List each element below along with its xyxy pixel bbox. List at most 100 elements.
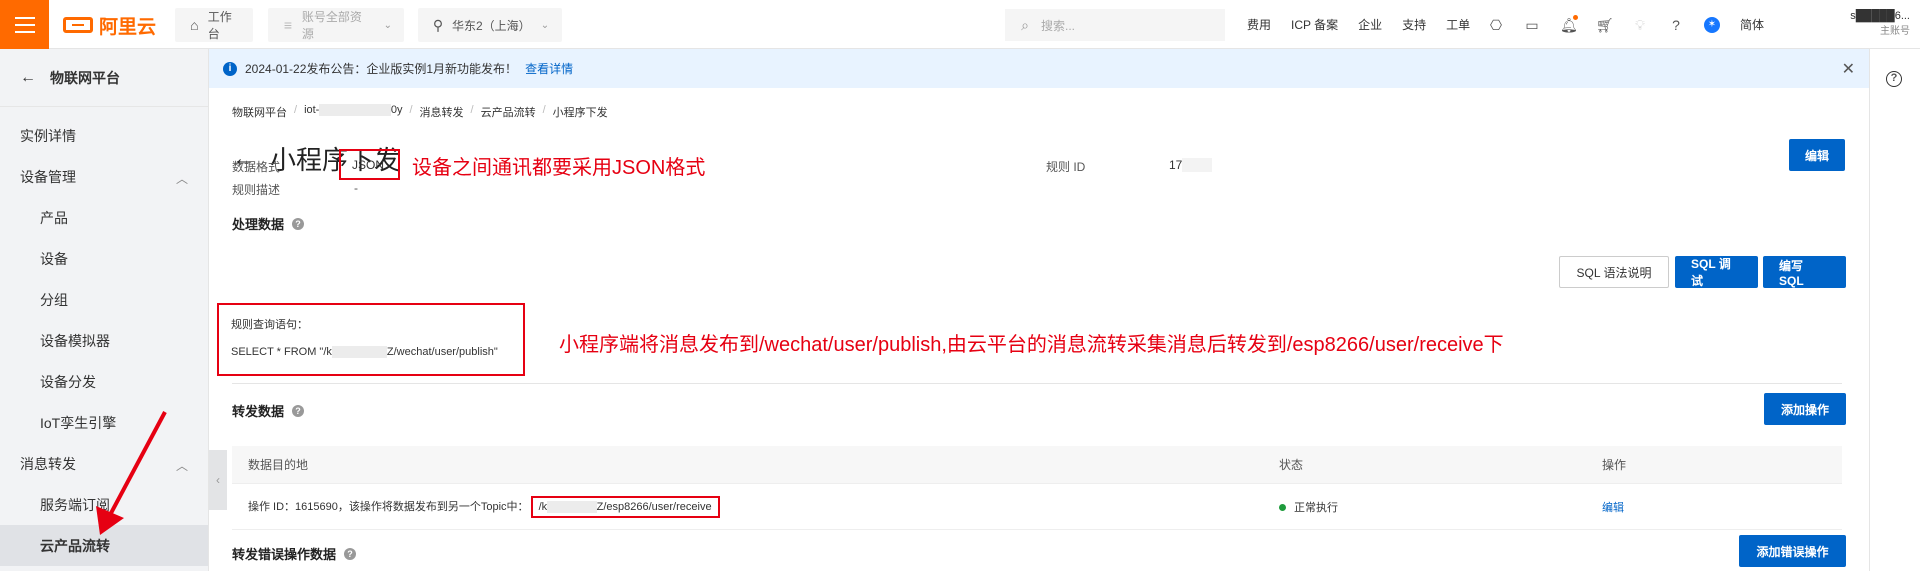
notice-text: 2024-01-22发布公告：企业版实例1月新功能发布！ [245, 62, 518, 76]
json-annotation: 设备之间通讯都要采用JSON格式 [412, 157, 706, 179]
chevron-up-icon: ︿ [175, 459, 188, 473]
crumb-message[interactable]: 消息转发 [420, 104, 464, 120]
question-icon[interactable]: ? [344, 547, 357, 560]
col-destination: 数据目的地 [248, 458, 309, 472]
workbench-button[interactable]: ⌂ 工作台 [175, 8, 253, 42]
resources-dropdown[interactable]: ≡ 账号全部资源 ⌄ [268, 8, 404, 42]
sidebar-item-subscribe[interactable]: 服务端订阅 [0, 484, 208, 525]
top-bar: 阿里云 ⌂ 工作台 ≡ 账号全部资源 ⌄ ⚲ 华东2（上海） ⌄ ⌕ 搜索...… [0, 0, 1920, 49]
add-error-action-button[interactable]: 添加错误操作 [1739, 535, 1846, 567]
sidebar-item-instance[interactable]: 实例详情 [0, 115, 208, 156]
sidebar-group-device-mgmt[interactable]: 设备管理 ︿ [0, 156, 208, 197]
breadcrumb: 物联网平台/ iot-xxxxxxxxxxxxx0y/ 消息转发/ 云产品流转/… [232, 104, 608, 120]
sql-edit-button[interactable]: 编写 SQL [1763, 256, 1846, 288]
search-input[interactable]: ⌕ 搜索... [1005, 9, 1225, 41]
forward-table: 数据目的地 状态 操作 操作 ID：1615690，该操作将数据发布到另一个To… [232, 446, 1842, 530]
help-icon[interactable]: ? [1886, 71, 1902, 87]
rule-desc-value: - [354, 181, 358, 195]
logo-text: 阿里云 [99, 16, 157, 38]
redacted-mask: xxxxxxxxxxxxx [319, 104, 391, 116]
home-icon: ⌂ [190, 17, 199, 33]
redacted-mask: xxxxxxxxxx [331, 346, 387, 358]
aliyun-logo[interactable]: 阿里云 [63, 13, 157, 38]
nav-fee[interactable]: 费用 [1247, 16, 1271, 33]
terminal-icon[interactable]: ▭ [1524, 17, 1540, 33]
nav-enterprise[interactable]: 企业 [1358, 16, 1382, 33]
add-action-button[interactable]: 添加操作 [1764, 393, 1846, 425]
sql-help-button[interactable]: SQL 语法说明 [1559, 256, 1669, 288]
user-account[interactable]: s█████6... 主账号 [1780, 8, 1910, 40]
row-action: 编辑 [1602, 499, 1842, 515]
sidebar-item-device[interactable]: 设备 [0, 238, 208, 279]
question-icon[interactable]: ? [292, 404, 305, 417]
right-toolbar: ? [1869, 49, 1920, 571]
sidebar-item-twin[interactable]: IoT孪生引擎 [0, 402, 208, 443]
sql-highlight-box [217, 303, 525, 376]
row-edit-link[interactable]: 编辑 [1602, 502, 1624, 514]
chevron-up-icon: ︿ [175, 172, 188, 186]
flow-annotation: 小程序端将消息发布到/wechat/user/publish,由云平台的消息流转… [559, 334, 1504, 356]
sql-debug-button[interactable]: SQL 调试 [1675, 256, 1758, 288]
nav-ticket[interactable]: 工单 [1446, 16, 1470, 33]
process-data-section-title: 处理数据 ? [232, 214, 305, 233]
sidebar-item-distribution[interactable]: 设备分发 [0, 361, 208, 402]
language-switch[interactable]: 简体 [1740, 16, 1764, 33]
error-forward-section-title: 转发错误操作数据 ? [232, 544, 357, 563]
logo-mark-icon [63, 17, 93, 33]
topic-highlight-box: /kxxxxxxxxxZ/esp8266/user/receive [530, 495, 720, 518]
arrow-left-icon: ← [20, 68, 36, 86]
redacted-mask: xxxxx [1182, 158, 1213, 172]
question-icon[interactable]: ? [292, 217, 305, 230]
assistant-icon[interactable]: ✶ [1704, 16, 1720, 33]
crumb-cloud-flow[interactable]: 云产品流转 [481, 104, 536, 120]
rule-id-label: 规则 ID [1046, 160, 1086, 174]
sidebar-item-product[interactable]: 产品 [0, 197, 208, 238]
query-label: 规则查询语句： [231, 319, 308, 331]
chevron-down-icon: ⌄ [540, 19, 550, 31]
rule-desc-label: 规则描述 [232, 183, 281, 197]
close-icon[interactable]: ✕ [1842, 59, 1855, 79]
cart-icon[interactable]: 🛒︎ [1596, 17, 1614, 33]
sidebar-group-message[interactable]: 消息转发 ︿ [0, 443, 208, 484]
json-highlight-box [339, 149, 400, 180]
crumb-instance[interactable]: iot-xxxxxxxxxxxxx0y [304, 104, 402, 120]
chevron-down-icon: ⌄ [383, 19, 392, 31]
sidebar: ← 物联网平台 实例详情 设备管理 ︿ 产品 设备 分组 设备模拟器 设备分发 I… [0, 49, 209, 571]
stack-icon: ≡ [283, 17, 293, 33]
status-dot [1279, 504, 1286, 512]
redacted-mask: xxxxxxxxx [547, 500, 597, 513]
info-icon: i [223, 61, 237, 76]
user-name: s█████6... [1850, 10, 1910, 22]
cloud-shell-icon[interactable]: ⎔ [1488, 17, 1504, 33]
query-statement: SELECT * FROM "/kxxxxxxxxxxZ/wechat/user… [231, 346, 498, 358]
sidebar-back[interactable]: ← 物联网平台 [0, 49, 208, 107]
edit-rule-button[interactable]: 编辑 [1789, 139, 1845, 171]
lightbulb-icon[interactable]: 💡︎ [1632, 17, 1648, 33]
menu-icon[interactable] [0, 0, 49, 49]
nav-support[interactable]: 支持 [1402, 16, 1426, 33]
sidebar-item-simulator[interactable]: 设备模拟器 [0, 320, 208, 361]
search-icon: ⌕ [1021, 17, 1029, 33]
col-status: 状态 [1279, 458, 1304, 472]
table-row: 操作 ID：1615690，该操作将数据发布到另一个Topic中：/kxxxxx… [232, 484, 1842, 530]
table-header: 数据目的地 状态 操作 [232, 446, 1842, 484]
help-icon[interactable]: ? [1668, 17, 1684, 33]
main-content: 物联网平台/ iot-xxxxxxxxxxxxx0y/ 消息转发/ 云产品流转/… [209, 88, 1869, 571]
forward-data-section-title: 转发数据 ? [232, 401, 305, 420]
region-dropdown[interactable]: ⚲ 华东2（上海） ⌄ [418, 8, 562, 42]
nav-icp[interactable]: ICP 备案 [1291, 16, 1338, 33]
rule-id-value: 17xxxxx [1169, 158, 1213, 172]
location-icon: ⚲ [432, 17, 444, 33]
bell-icon[interactable]: 🔔︎ [1560, 14, 1578, 33]
sidebar-item-cloud-flow[interactable]: 云产品流转 [0, 525, 208, 566]
notice-link[interactable]: 查看详情 [525, 60, 573, 77]
sidebar-item-group[interactable]: 分组 [0, 279, 208, 320]
user-role: 主账号 [1880, 26, 1910, 37]
notification-dot [1573, 14, 1578, 20]
crumb-current: 小程序下发 [552, 107, 608, 119]
row-destination: 操作 ID：1615690，该操作将数据发布到另一个Topic中：/kxxxxx… [232, 495, 1279, 518]
crumb-iot[interactable]: 物联网平台 [232, 104, 287, 120]
top-nav: 费用 ICP 备案 企业 支持 工单 [1247, 0, 1470, 49]
col-action: 操作 [1602, 458, 1627, 472]
divider [232, 383, 1842, 384]
